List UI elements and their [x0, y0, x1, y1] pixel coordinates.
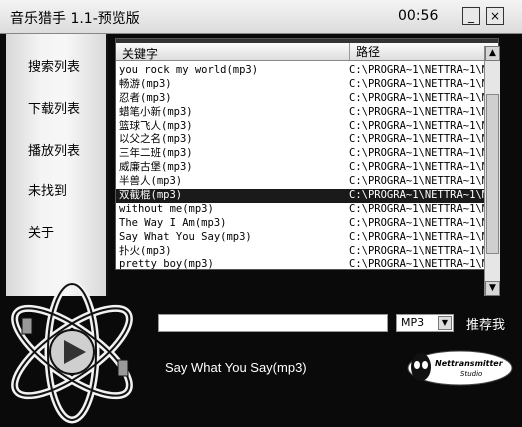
- row-keyword: without me(mp3): [119, 202, 214, 215]
- atom-logo-icon: [11, 280, 133, 424]
- row-path: C:\PROGRA~1\NETTRA~1\M: [349, 64, 489, 76]
- scroll-down-icon[interactable]: ▼: [485, 281, 500, 296]
- row-path: C:\PROGRA~1\NETTRA~1\M: [349, 258, 489, 270]
- list-row[interactable]: 威廉古堡(mp3) C:\PROGRA~1\NETTRA~1\M: [116, 161, 498, 175]
- list-row[interactable]: Say What You Say(mp3) C:\PROGRA~1\NETTRA~…: [116, 230, 498, 245]
- window-title: 音乐猎手 1.1-预览版: [10, 11, 140, 27]
- list-row[interactable]: 以父之名(mp3) C:\PROGRA~1\NETTRA~1\M: [116, 133, 498, 147]
- list-row[interactable]: 蜡笔小新(mp3) C:\PROGRA~1\NETTRA~1\M: [116, 105, 498, 120]
- row-keyword: 以父之名(mp3): [119, 133, 193, 146]
- minimize-button[interactable]: _: [462, 7, 480, 25]
- list-row[interactable]: 半兽人(mp3) C:\PROGRA~1\NETTRA~1\M: [116, 175, 498, 189]
- row-keyword: 畅游(mp3): [119, 77, 172, 90]
- sidebar-item-download-list[interactable]: 下载列表: [6, 98, 106, 122]
- row-keyword: Say What You Say(mp3): [119, 230, 252, 243]
- row-keyword: 双截棍(mp3): [119, 189, 183, 202]
- column-header-path[interactable]: 路径: [349, 43, 380, 61]
- now-playing-title: Say What You Say(mp3): [165, 360, 307, 375]
- row-path: C:\PROGRA~1\NETTRA~1\M: [349, 175, 489, 188]
- row-path: C:\PROGRA~1\NETTRA~1\M: [349, 119, 489, 132]
- list-rows: you rock my world(mp3) C:\PROGRA~1\NETTRA…: [116, 64, 498, 270]
- row-path: C:\PROGRA~1\NETTRA~1\M: [349, 202, 489, 215]
- list-row[interactable]: 双截棍(mp3) C:\PROGRA~1\NETTRA~1\M: [116, 189, 498, 203]
- search-input[interactable]: [158, 314, 388, 332]
- row-path: C:\PROGRA~1\NETTRA~1\M: [349, 147, 489, 160]
- row-keyword: 扑火(mp3): [119, 244, 172, 257]
- row-path: C:\PROGRA~1\NETTRA~1\M: [349, 244, 489, 257]
- row-keyword: 三年二班(mp3): [119, 147, 193, 160]
- row-keyword: you rock my world(mp3): [119, 64, 259, 76]
- app-window: 音乐猎手 1.1-预览版 00:56 _ × 搜索列表 下载列表 播放列表 未找…: [0, 0, 522, 427]
- row-keyword: 威廉古堡(mp3): [119, 161, 193, 174]
- sidebar-item-about[interactable]: 关于: [6, 222, 106, 246]
- column-header-keyword[interactable]: 关键字: [122, 45, 158, 62]
- scroll-thumb[interactable]: [486, 94, 499, 254]
- row-path: C:\PROGRA~1\NETTRA~1\M: [349, 105, 489, 118]
- row-path: C:\PROGRA~1\NETTRA~1\M: [349, 77, 489, 90]
- row-keyword: 蜡笔小新(mp3): [119, 105, 193, 118]
- list-row[interactable]: without me(mp3) C:\PROGRA~1\NETTRA~1\M: [116, 202, 498, 217]
- list-row[interactable]: 扑火(mp3) C:\PROGRA~1\NETTRA~1\M: [116, 244, 498, 259]
- close-button[interactable]: ×: [486, 7, 504, 25]
- row-path: C:\PROGRA~1\NETTRA~1\M: [349, 91, 489, 104]
- row-path: C:\PROGRA~1\NETTRA~1\M: [349, 161, 489, 174]
- format-select[interactable]: MP3 ▼: [396, 314, 454, 332]
- list-row[interactable]: The Way I Am(mp3) C:\PROGRA~1\NETTRA~1\M: [116, 216, 498, 231]
- list-row[interactable]: 畅游(mp3) C:\PROGRA~1\NETTRA~1\M: [116, 77, 498, 92]
- row-path: C:\PROGRA~1\NETTRA~1\M: [349, 189, 489, 202]
- sidebar-item-search-list[interactable]: 搜索列表: [6, 56, 106, 80]
- sidebar-item-play-list[interactable]: 播放列表: [6, 140, 106, 164]
- chevron-down-icon[interactable]: ▼: [438, 316, 452, 330]
- format-select-value: MP3: [401, 316, 425, 329]
- list-row[interactable]: 三年二班(mp3) C:\PROGRA~1\NETTRA~1\M: [116, 147, 498, 161]
- sidebar: 搜索列表 下载列表 播放列表 未找到 关于: [6, 34, 108, 296]
- studio-logo-icon: Nettransmitter Studio: [407, 350, 513, 386]
- clock-display: 00:56: [398, 8, 439, 24]
- studio-name-line2: Studio: [460, 370, 482, 378]
- list-row[interactable]: 忍者(mp3) C:\PROGRA~1\NETTRA~1\M: [116, 91, 498, 106]
- title-bar[interactable]: 音乐猎手 1.1-预览版 00:56 _ ×: [0, 0, 522, 34]
- row-keyword: 篮球飞人(mp3): [119, 119, 193, 132]
- studio-name-line1: Nettransmitter: [435, 359, 504, 368]
- row-path: C:\PROGRA~1\NETTRA~1\M: [349, 133, 489, 146]
- list-header: 关键字 路径: [116, 43, 498, 62]
- recommend-button[interactable]: 推荐我: [466, 314, 505, 333]
- result-list: 关键字 路径 you rock my world(mp3) C:\PROGRA~1…: [115, 38, 499, 270]
- vertical-scrollbar[interactable]: ▲ ▼: [484, 46, 500, 296]
- list-row[interactable]: 篮球飞人(mp3) C:\PROGRA~1\NETTRA~1\M: [116, 119, 498, 134]
- list-row[interactable]: you rock my world(mp3) C:\PROGRA~1\NETTRA…: [116, 64, 498, 78]
- row-keyword: 忍者(mp3): [119, 91, 172, 104]
- row-keyword: 半兽人(mp3): [119, 175, 183, 188]
- list-row[interactable]: pretty boy(mp3) C:\PROGRA~1\NETTRA~1\M: [116, 258, 498, 270]
- sidebar-item-not-found[interactable]: 未找到: [6, 180, 106, 204]
- row-keyword: The Way I Am(mp3): [119, 216, 227, 229]
- row-path: C:\PROGRA~1\NETTRA~1\M: [349, 230, 489, 243]
- row-path: C:\PROGRA~1\NETTRA~1\M: [349, 216, 489, 229]
- scroll-up-icon[interactable]: ▲: [485, 46, 500, 61]
